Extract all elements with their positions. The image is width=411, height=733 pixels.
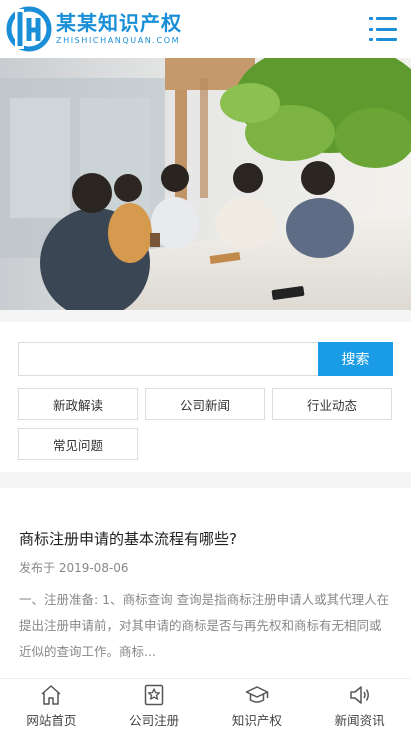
- tag-company-news[interactable]: 公司新闻: [145, 388, 265, 420]
- article-title[interactable]: 商标注册申请的基本流程有哪些?: [19, 528, 392, 550]
- logo-title: 某某知识产权: [56, 10, 182, 35]
- logo[interactable]: 某某知识产权 ZHISHICHANQUAN.COM: [6, 6, 182, 52]
- article-card[interactable]: 商标注册申请的基本流程有哪些? 发布于 2019-08-06 一、注册准备: 1…: [0, 488, 411, 678]
- search-bar: 搜索: [18, 342, 393, 376]
- home-icon: [41, 685, 61, 705]
- star-badge-icon: [144, 684, 164, 706]
- hamburger-menu-icon[interactable]: [369, 17, 397, 41]
- speaker-icon: [349, 686, 369, 704]
- graduation-cap-icon: [245, 686, 269, 703]
- nav-label-intellectual-property: 知识产权: [231, 713, 282, 728]
- search-section: 搜索 新政解读 公司新闻 行业动态 常见问题: [0, 322, 411, 472]
- banner-photo: [0, 58, 411, 310]
- header: 某某知识产权 ZHISHICHANQUAN.COM: [0, 0, 411, 58]
- tag-faq[interactable]: 常见问题: [18, 428, 138, 460]
- search-button[interactable]: 搜索: [318, 342, 393, 376]
- nav-label-company-registration: 公司注册: [129, 713, 180, 728]
- nav-label-news: 新闻资讯: [334, 713, 385, 728]
- tag-policy-interpretation[interactable]: 新政解读: [18, 388, 138, 420]
- nav-label-home: 网站首页: [26, 713, 77, 728]
- tag-industry-news[interactable]: 行业动态: [272, 388, 392, 420]
- nav-item-home[interactable]: 网站首页: [0, 679, 103, 733]
- article-summary: 一、注册准备: 1、商标查询 查询是指商标注册申请人或其代理人在提出注册申请前，…: [19, 592, 390, 659]
- search-input[interactable]: [18, 342, 318, 376]
- category-tags: 新政解读 公司新闻 行业动态 常见问题: [18, 388, 393, 460]
- banner-image[interactable]: [0, 58, 411, 310]
- nav-item-news[interactable]: 新闻资讯: [308, 679, 411, 733]
- logo-icon: [6, 6, 52, 52]
- logo-subtitle: ZHISHICHANQUAN.COM: [56, 35, 181, 45]
- nav-item-company-registration[interactable]: 公司注册: [103, 679, 206, 733]
- article-date: 发布于 2019-08-06: [19, 561, 129, 575]
- nav-item-intellectual-property[interactable]: 知识产权: [206, 679, 309, 733]
- bottom-nav: 网站首页 公司注册 知识产权 新闻资讯: [0, 678, 411, 733]
